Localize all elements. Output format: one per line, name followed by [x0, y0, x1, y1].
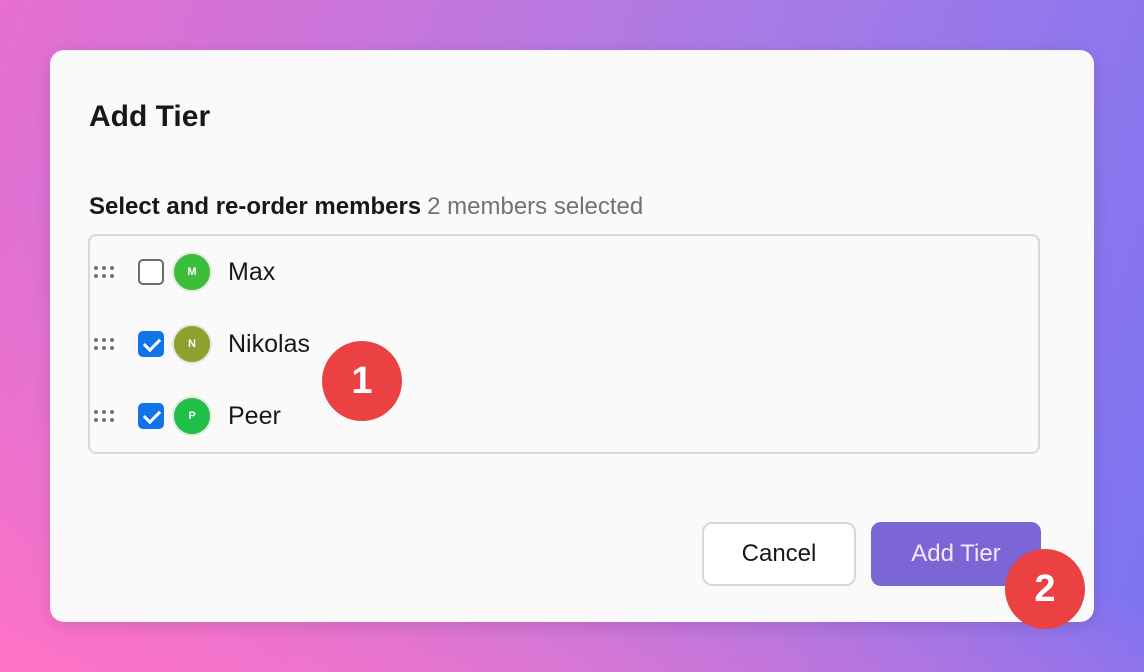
member-row-max[interactable]: M Max — [90, 248, 1038, 296]
step-marker-1: 1 — [322, 341, 402, 421]
section-label-text: Select and re-order members — [89, 193, 422, 220]
member-checkbox-nikolas[interactable] — [138, 331, 164, 357]
avatar: M — [172, 252, 212, 292]
avatar: P — [172, 396, 212, 436]
member-list: M Max N Nikolas P Peer — [88, 234, 1040, 454]
drag-handle-icon[interactable] — [94, 265, 120, 279]
drag-handle-icon[interactable] — [94, 409, 120, 423]
drag-handle-icon[interactable] — [94, 337, 120, 351]
dialog-title: Add Tier — [89, 100, 211, 133]
avatar: N — [172, 324, 212, 364]
member-name: Max — [228, 257, 276, 286]
member-row-peer[interactable]: P Peer — [90, 392, 1038, 440]
selection-count: 2 members selected — [427, 193, 644, 220]
member-name: Peer — [228, 401, 281, 430]
cancel-button[interactable]: Cancel — [702, 522, 856, 586]
members-section-label: Select and re-order members 2 members sel… — [89, 193, 643, 221]
step-marker-2: 2 — [1005, 549, 1085, 629]
member-name: Nikolas — [228, 329, 310, 358]
add-tier-dialog: Add Tier Select and re-order members 2 me… — [50, 50, 1094, 622]
member-checkbox-max[interactable] — [138, 259, 164, 285]
member-checkbox-peer[interactable] — [138, 403, 164, 429]
member-row-nikolas[interactable]: N Nikolas — [90, 320, 1038, 368]
